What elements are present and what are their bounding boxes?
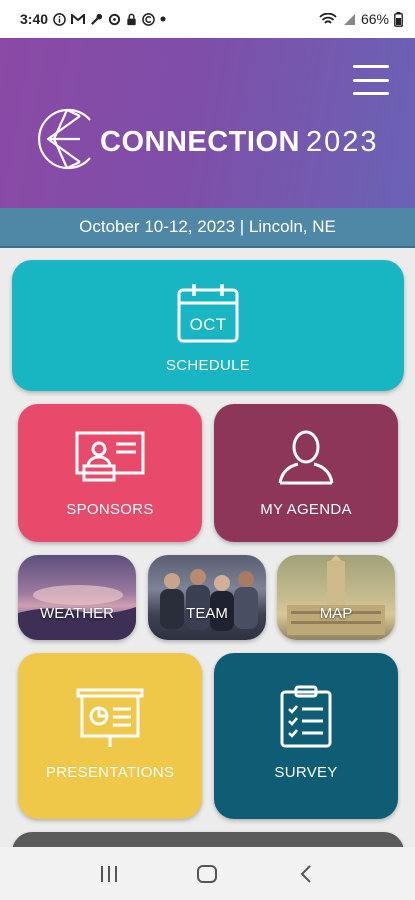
status-bar: 3:40 66% <box>0 0 415 38</box>
team-photo <box>160 569 258 631</box>
system-nav-bar <box>0 847 415 900</box>
sponsor-booth-icon <box>75 431 145 482</box>
schedule-tile[interactable]: OCT SCHEDULE <box>12 260 404 391</box>
wifi-icon <box>319 12 337 24</box>
my-agenda-tile[interactable]: MY AGENDA <box>214 404 398 542</box>
gmail-icon <box>71 13 86 24</box>
battery-icon <box>394 11 403 27</box>
lock-icon <box>127 13 136 25</box>
weather-tile[interactable]: WEATHER <box>18 555 136 640</box>
app-title: CONNECTION 2023 <box>100 126 378 159</box>
presentations-label: PRESENTATIONS <box>45 764 175 781</box>
weather-photo <box>18 585 136 640</box>
recents-icon <box>101 865 118 882</box>
map-label: MAP <box>319 605 353 622</box>
presentations-tile[interactable]: PRESENTATIONS <box>18 653 202 819</box>
user-icon <box>278 430 334 485</box>
info-icon <box>53 12 66 26</box>
home-button[interactable] <box>192 859 222 889</box>
presentation-board-icon <box>76 688 144 747</box>
weather-label: WEATHER <box>40 605 114 622</box>
home-icon <box>197 864 218 883</box>
calendar-month-text: OCT <box>189 315 227 334</box>
map-tile[interactable]: MAP <box>277 555 395 640</box>
team-label: TEAM <box>186 605 228 622</box>
app-icon <box>142 12 155 26</box>
menu-icon <box>353 65 389 68</box>
survey-label: SURVEY <box>274 764 338 781</box>
connection-logo-icon <box>37 108 91 170</box>
app-title-name: CONNECTION <box>100 126 300 158</box>
survey-tile[interactable]: SURVEY <box>214 653 398 819</box>
status-left: 3:40 <box>20 11 166 27</box>
dot-icon <box>160 16 166 22</box>
status-right: 66% <box>319 11 403 27</box>
schedule-label: SCHEDULE <box>165 357 251 374</box>
event-info-bar: October 10-12, 2023 | Lincoln, NE <box>0 208 415 248</box>
menu-button[interactable] <box>353 65 389 95</box>
back-button[interactable] <box>291 859 321 889</box>
sponsors-tile[interactable]: SPONSORS <box>18 404 202 542</box>
wrench-icon <box>91 13 103 25</box>
signal-icon <box>343 13 355 25</box>
app-header: CONNECTION 2023 <box>0 38 415 208</box>
recents-button[interactable] <box>94 859 124 889</box>
my-agenda-label: MY AGENDA <box>260 501 352 518</box>
sync-icon <box>108 13 121 25</box>
event-info-text: October 10-12, 2023 | Lincoln, NE <box>79 217 336 236</box>
status-time: 3:40 <box>20 11 49 27</box>
sponsors-label: SPONSORS <box>66 501 154 518</box>
clipboard-checklist-icon <box>280 685 332 748</box>
battery-percent: 66% <box>360 11 389 27</box>
app-title-year: 2023 <box>305 126 379 158</box>
back-icon <box>300 864 311 883</box>
capitol-photo <box>287 555 385 635</box>
team-tile[interactable]: TEAM <box>148 555 266 640</box>
